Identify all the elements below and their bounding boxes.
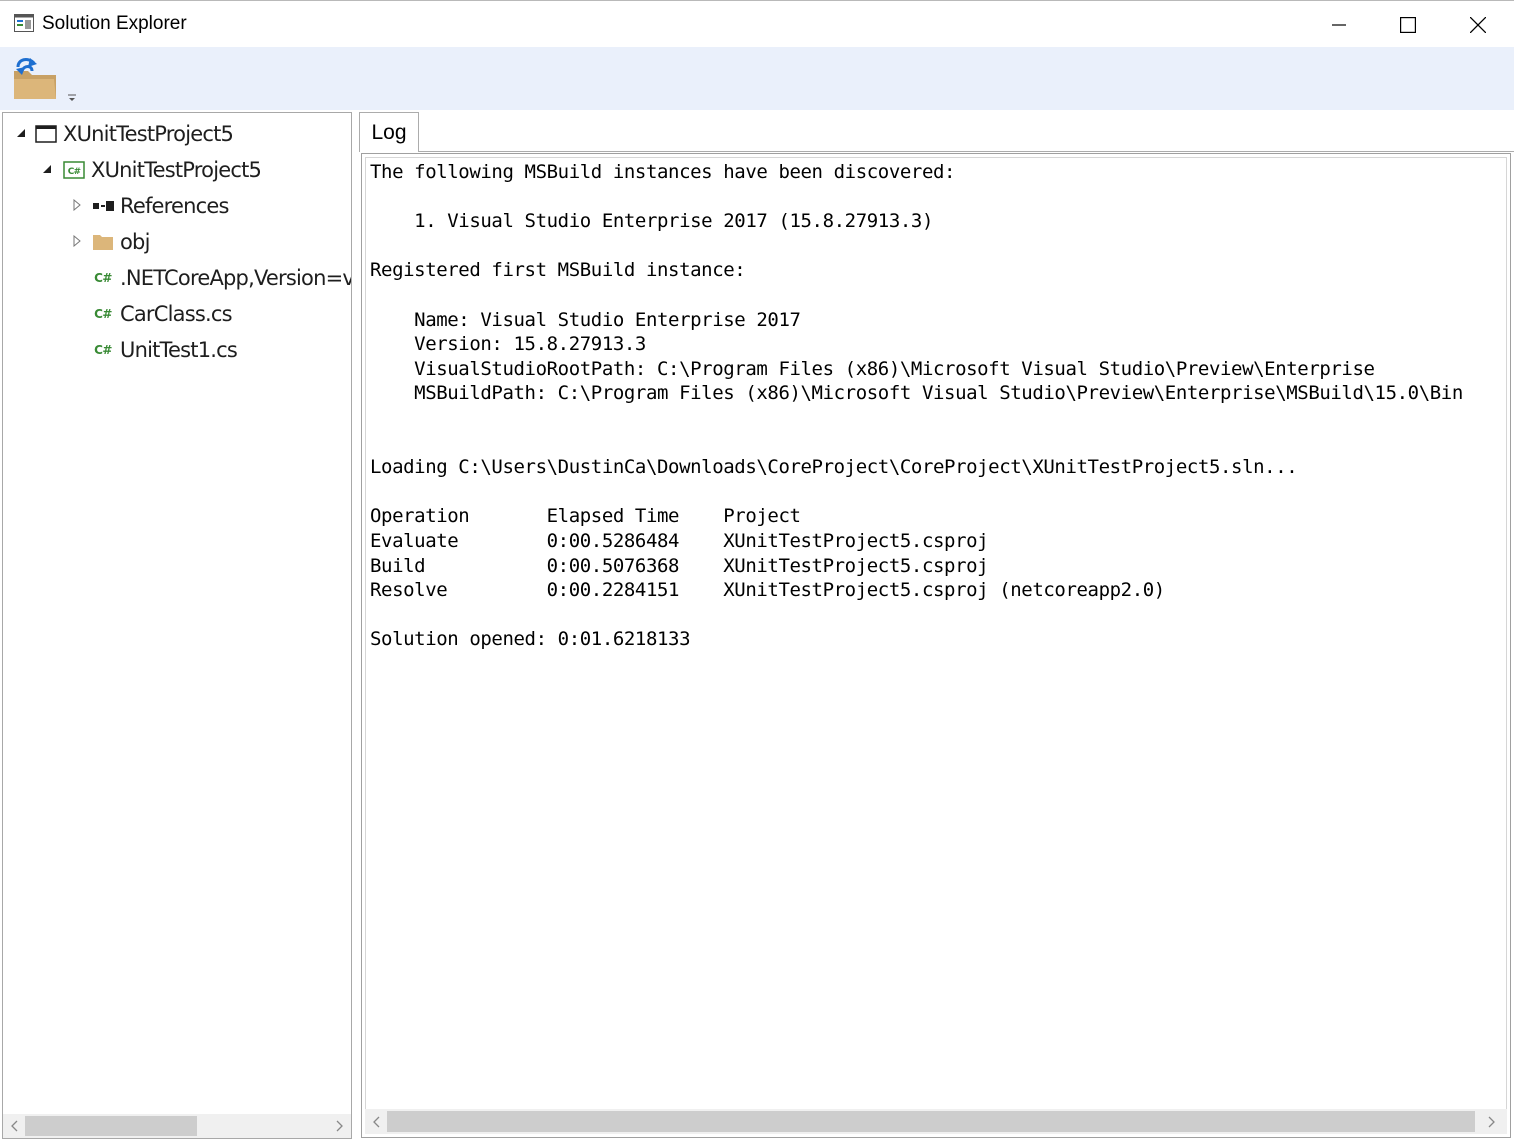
chevron-right-icon [1488, 1116, 1495, 1127]
expand-toggle[interactable] [41, 163, 53, 175]
collapsed-triangle-icon [73, 199, 81, 211]
tree-horizontal-scrollbar[interactable] [3, 1114, 351, 1138]
log-line: 1. Visual Studio Enterprise 2017 (15.8.2… [370, 210, 933, 233]
log-panel: Log The following MSBuild instances have… [359, 112, 1514, 1139]
tree-item-label: CarClass.cs [120, 302, 233, 326]
csharp-file-icon: C# [94, 343, 112, 357]
folder-icon [92, 231, 114, 253]
tree-item-label: XUnitTestProject5 [91, 158, 262, 182]
toolbar-overflow-button[interactable] [66, 91, 78, 105]
csharp-project-icon: C# [63, 159, 85, 181]
log-line: MSBuildPath: C:\Program Files (x86)\Micr… [370, 382, 1463, 405]
tree-item-carclass[interactable]: C# CarClass.cs [92, 296, 233, 332]
log-text: The following MSBuild instances have bee… [370, 160, 1463, 652]
expand-toggle[interactable] [71, 235, 83, 247]
log-line: Evaluate 0:00.5286484 XUnitTestProject5.… [370, 529, 989, 552]
log-line: VisualStudioRootPath: C:\Program Files (… [370, 357, 1375, 380]
minimize-button[interactable] [1304, 1, 1374, 48]
chevron-left-icon [373, 1116, 380, 1127]
references-icon [92, 195, 114, 217]
expanded-triangle-icon [43, 165, 51, 173]
maximize-icon [1400, 16, 1416, 33]
minimize-icon [1332, 23, 1346, 26]
tree-item-unittest1[interactable]: C# UnitTest1.cs [92, 332, 238, 368]
log-line: Build 0:00.5076368 XUnitTestProject5.csp… [370, 554, 989, 577]
chevron-down-icon [68, 94, 76, 101]
solution-explorer-icon [14, 14, 34, 32]
csharp-file-icon: C# [94, 271, 112, 285]
svg-text:C#: C# [68, 167, 81, 177]
tree-item-assembly-info[interactable]: C# .NETCoreApp,Version=v [92, 260, 352, 296]
toolbar [0, 47, 1514, 110]
expand-toggle[interactable] [71, 199, 83, 211]
tree-item-label: UnitTest1.cs [120, 338, 238, 362]
collapsed-triangle-icon [73, 235, 81, 247]
tab-strip-divider [419, 151, 1514, 152]
expand-toggle[interactable] [15, 127, 27, 139]
log-output[interactable]: The following MSBuild instances have bee… [361, 153, 1511, 1138]
scroll-left-button[interactable] [367, 1109, 387, 1134]
chevron-right-icon [336, 1120, 343, 1132]
csharp-file-icon: C# [94, 307, 112, 321]
solution-icon [35, 123, 57, 145]
tree-item-solution[interactable]: XUnitTestProject5 [35, 116, 234, 152]
log-line: Operation Elapsed Time Project [370, 505, 801, 528]
solution-tree[interactable]: XUnitTestProject5 C# XUnitTestProject5 R… [2, 112, 352, 1139]
close-icon [1470, 16, 1486, 33]
tree-item-label: XUnitTestProject5 [63, 122, 234, 146]
tree-item-label: obj [120, 230, 150, 254]
scroll-right-button[interactable] [1481, 1109, 1501, 1134]
title-bar: Solution Explorer [0, 0, 1514, 47]
open-folder-icon [14, 58, 56, 99]
log-line: Solution opened: 0:01.6218133 [370, 628, 691, 651]
expanded-triangle-icon [17, 129, 25, 137]
tree-item-label: .NETCoreApp,Version=v [120, 266, 352, 290]
scroll-left-button[interactable] [5, 1114, 25, 1138]
scroll-right-button[interactable] [329, 1114, 349, 1138]
maximize-button[interactable] [1373, 1, 1443, 48]
close-button[interactable] [1443, 1, 1513, 48]
window-title: Solution Explorer [42, 13, 187, 34]
tree-item-project[interactable]: C# XUnitTestProject5 [63, 152, 262, 188]
log-line: The following MSBuild instances have bee… [370, 161, 956, 183]
tab-log[interactable]: Log [359, 112, 419, 152]
tree-item-references[interactable]: References [92, 188, 230, 224]
log-horizontal-scrollbar[interactable] [365, 1109, 1507, 1134]
open-solution-button[interactable] [10, 55, 60, 103]
scroll-thumb[interactable] [25, 1116, 197, 1136]
tree-item-label: References [120, 194, 230, 218]
log-line: Loading C:\Users\DustinCa\Downloads\Core… [370, 456, 1298, 479]
log-line: Resolve 0:00.2284151 XUnitTestProject5.c… [370, 579, 1165, 602]
log-line: Version: 15.8.27913.3 [370, 333, 646, 356]
scroll-thumb[interactable] [387, 1111, 1475, 1132]
log-line: Name: Visual Studio Enterprise 2017 [370, 308, 801, 331]
tree-item-obj[interactable]: obj [92, 224, 150, 260]
log-line: Registered first MSBuild instance: [370, 259, 746, 282]
chevron-left-icon [11, 1120, 18, 1132]
